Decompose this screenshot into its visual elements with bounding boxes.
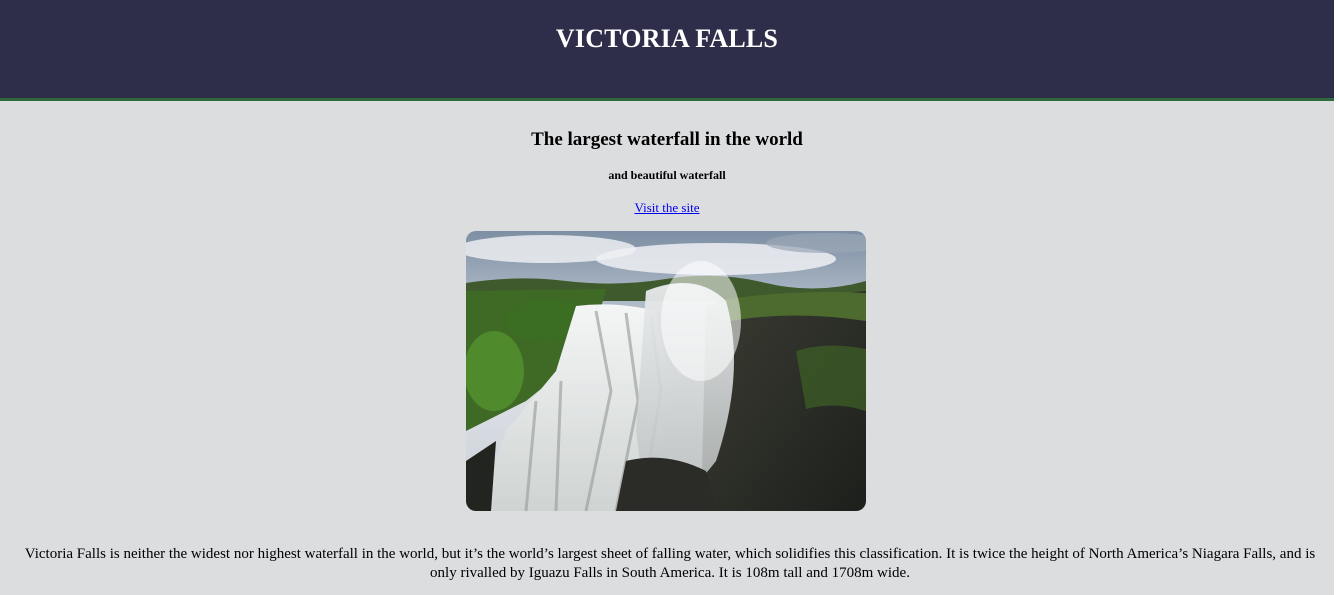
waterfall-image bbox=[466, 231, 866, 511]
site-header: VICTORIA FALLS bbox=[0, 0, 1334, 101]
visit-site-link[interactable]: Visit the site bbox=[635, 200, 700, 215]
page: VICTORIA FALLS The largest waterfall in … bbox=[0, 0, 1334, 595]
tagline: and beautiful waterfall bbox=[608, 168, 726, 182]
page-title: VICTORIA FALLS bbox=[555, 24, 779, 53]
link-row: Visit the site bbox=[0, 200, 1334, 216]
scrollbar-track bbox=[1334, 0, 1339, 595]
main-heading: The largest waterfall in the world bbox=[531, 129, 803, 150]
description-paragraph: Victoria Falls is neither the widest nor… bbox=[24, 546, 1316, 581]
